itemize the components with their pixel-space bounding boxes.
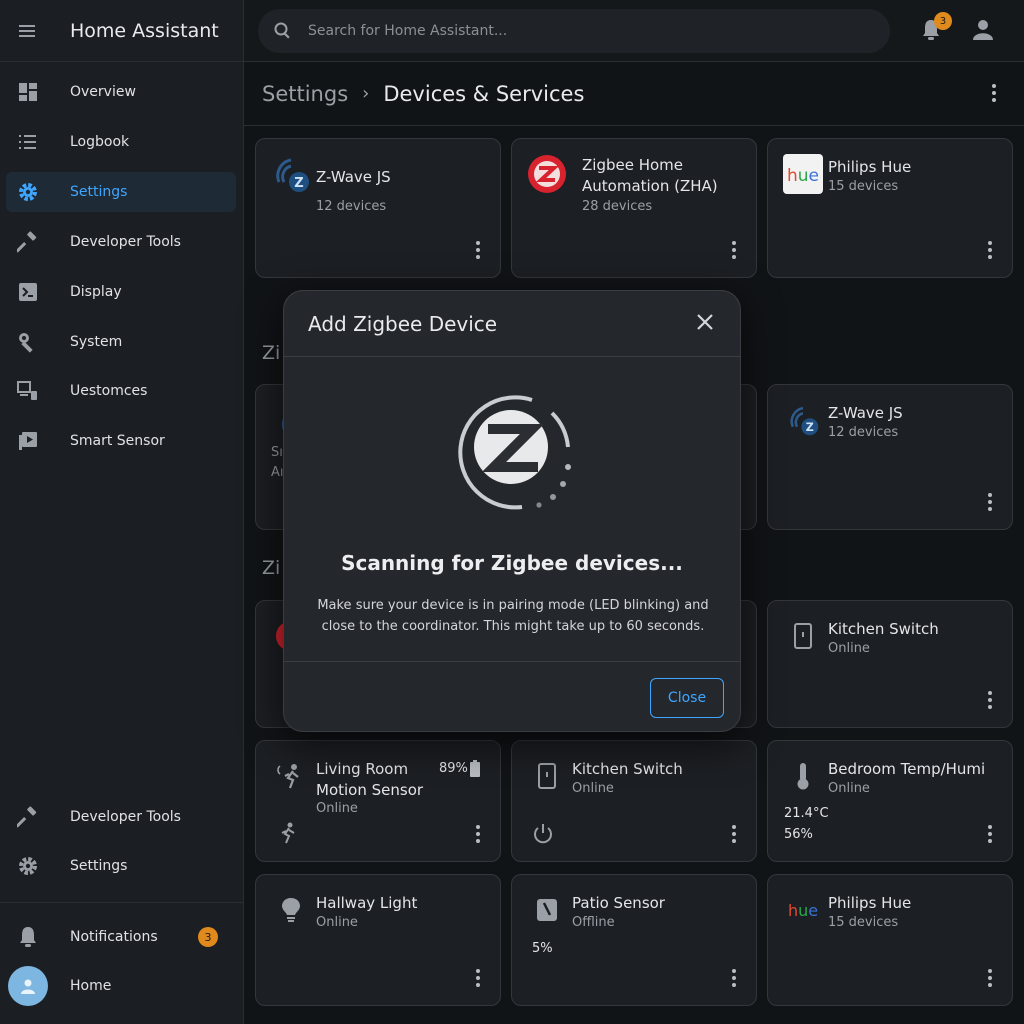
sidebar-item-system[interactable]: System [6,322,236,362]
gear-icon [6,181,50,203]
sidebar-item-label: Overview [70,84,136,100]
sidebar-item-label: Developer Tools [70,234,181,250]
sidebar-item-label: Smart Sensor [70,433,165,449]
device-icon [6,381,50,401]
sidebar-item-smart-sensor[interactable]: Smart Sensor [6,421,236,461]
dashboard-icon [6,82,50,102]
breadcrumb: Settings › Devices & Services [244,62,1024,126]
sidebar-item-notifications[interactable]: Notifications 3 [6,917,236,957]
sidebar: Home Assistant Overview Logbook Settings… [0,0,244,1024]
sidebar-item-label: Developer Tools [70,809,181,825]
list-icon [6,133,50,151]
app-title: Home Assistant [70,19,219,42]
search-icon [258,22,308,40]
zigbee-logo-icon [458,395,571,510]
sidebar-item-overview[interactable]: Overview [6,72,236,112]
sidebar-item-developer-tools[interactable]: Developer Tools [6,222,236,262]
wrench-icon [6,331,50,353]
search-input[interactable] [308,23,868,39]
sidebar-item-label: Settings [70,858,128,874]
sidebar-divider [0,902,244,903]
bell-icon [6,926,50,948]
sidebar-item-label: Uestomces [70,383,148,399]
sidebar-item-developer-tools-bottom[interactable]: Developer Tools [6,797,236,837]
gear-icon [6,855,50,877]
page-title: Devices & Services [383,81,585,106]
sidebar-item-label: Display [70,284,122,300]
media-icon [6,431,50,451]
sidebar-item-settings-bottom[interactable]: Settings [6,846,236,886]
dialog-title: Add Zigbee Device [308,312,498,336]
sidebar-item-logbook[interactable]: Logbook [6,122,236,162]
sidebar-item-profile[interactable]: Home [6,966,236,1006]
chevron-right-icon: › [362,83,370,104]
scanning-heading: Scanning for Zigbee devices... [341,551,683,575]
more-options-icon[interactable] [992,84,996,102]
dialog-header: Add Zigbee Device [284,291,740,357]
close-icon[interactable] [696,313,714,335]
sidebar-item-settings[interactable]: Settings [6,172,236,212]
terminal-icon [6,282,50,302]
notification-badge: 3 [198,927,218,947]
avatar [6,966,50,1006]
top-notification-badge: 3 [934,12,952,30]
sidebar-item-label: Home [70,978,112,994]
search-bar[interactable] [258,9,890,53]
dialog-divider [284,661,740,662]
add-zigbee-device-dialog: Add Zigbee Device Scanning for Zigbee de… [283,290,741,732]
hammer-icon [6,806,50,828]
top-bar: 3 [244,0,1024,62]
dialog-description: Make sure your device is in pairing mode… [317,598,709,634]
close-button[interactable]: Close [650,678,724,718]
hammer-icon [6,231,50,253]
sidebar-item-label: System [70,334,123,350]
sidebar-item-label: Logbook [70,134,130,150]
account-icon[interactable] [972,18,994,44]
sidebar-item-label: Notifications [70,929,158,945]
menu-icon[interactable] [0,23,56,39]
user-icon [8,966,48,1006]
sidebar-header: Home Assistant [0,0,243,62]
sidebar-item-uestomces[interactable]: Uestomces [6,371,236,411]
sidebar-item-label: Settings [70,184,128,200]
breadcrumb-parent[interactable]: Settings [262,82,348,106]
sidebar-item-display[interactable]: Display [6,272,236,312]
